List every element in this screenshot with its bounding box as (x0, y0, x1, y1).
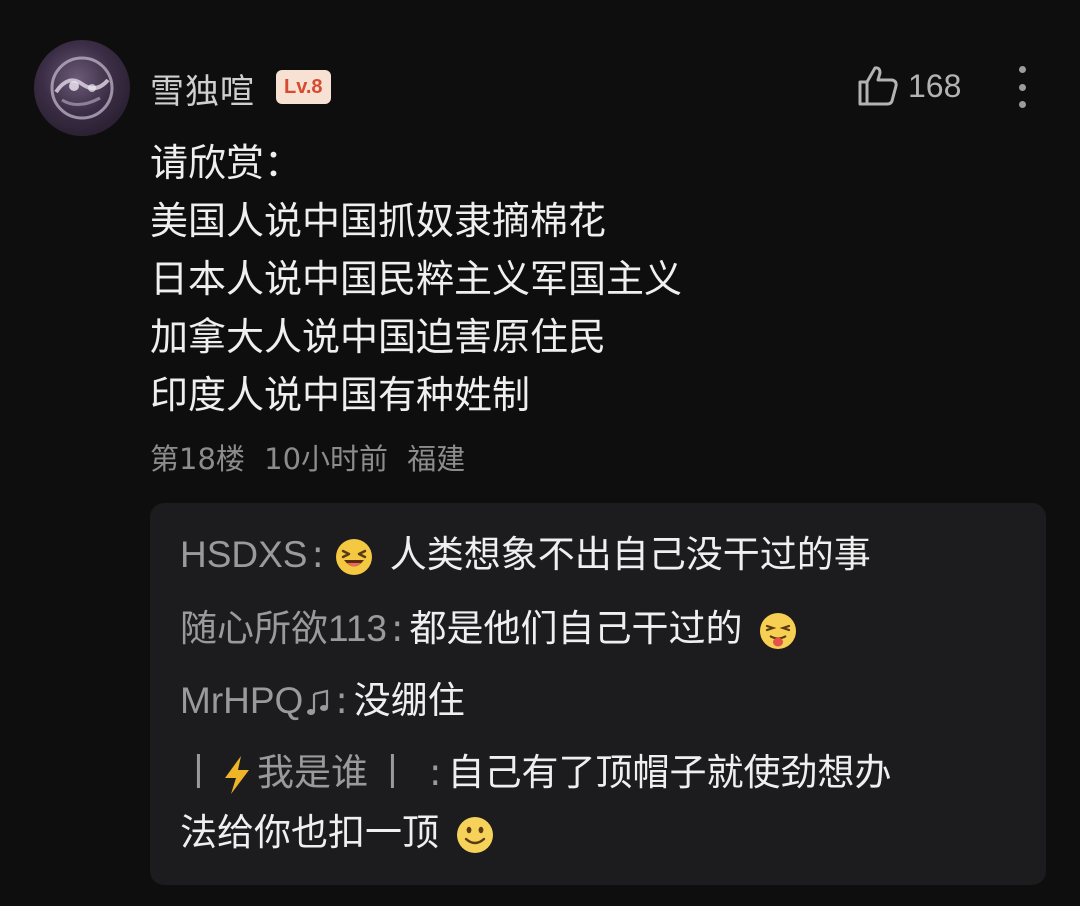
reply-text: 没绷住 (353, 679, 465, 722)
replies-panel[interactable]: HSDXS: 人类想象不出自己没干过的事 随心所欲113: 都是他们自己干过的 M… (150, 503, 1046, 885)
reply-author[interactable]: 我是谁 (257, 752, 368, 793)
reply-separator: : (429, 751, 442, 794)
comment-line: 加拿大人说中国迫害原住民 (150, 315, 607, 359)
reply-separator: : (311, 533, 324, 576)
like-count: 168 (908, 67, 962, 104)
reply-item[interactable]: 丨我是谁丨: 自己有了顶帽子就使劲想办 (180, 743, 891, 803)
level-badge: Lv.8 (276, 70, 331, 104)
comment-body: 请欣赏： 美国人说中国抓奴隶摘棉花 日本人说中国民粹主义军国主义 加拿大人说中国… (150, 134, 682, 424)
reply-text: 都是他们自己干过的 (409, 607, 743, 650)
reply-item[interactable]: 随心所欲113: 都是他们自己干过的 (180, 599, 802, 659)
username[interactable]: 雪独喧 (150, 64, 255, 113)
reply-author-prefix: 丨 (180, 752, 217, 793)
tongue-emoji-icon (758, 611, 798, 651)
smile-emoji-icon (455, 815, 495, 855)
comment-line: 美国人说中国抓奴隶摘棉花 (150, 199, 607, 243)
reply-text: 法给你也扣一顶 (180, 811, 439, 854)
reply-item-continued[interactable]: 法给你也扣一顶 (180, 803, 499, 863)
reply-author[interactable]: MrHPQ (180, 680, 303, 721)
reply-author-suffix: 丨 (374, 752, 411, 793)
avatar[interactable] (34, 40, 130, 136)
reply-author[interactable]: HSDXS (180, 534, 307, 575)
lightning-icon (225, 755, 249, 794)
more-dot-icon (1018, 83, 1026, 91)
reply-separator: : (335, 679, 348, 722)
thumbs-up-icon (858, 66, 898, 106)
comment-line: 印度人说中国有种姓制 (150, 373, 531, 417)
laughing-emoji-icon (334, 537, 374, 577)
timestamp: 10小时前 (264, 442, 389, 476)
reply-text: 自己有了顶帽子就使劲想办 (447, 751, 892, 794)
comment-line: 日本人说中国民粹主义军国主义 (150, 257, 683, 301)
reply-item[interactable]: MrHPQ: 没绷住 (180, 671, 465, 731)
music-note-icon (307, 689, 329, 715)
reply-item[interactable]: HSDXS: 人类想象不出自己没干过的事 (180, 525, 871, 585)
floor-number: 第18楼 (150, 442, 245, 476)
like-button[interactable]: 168 (856, 60, 961, 112)
comment-meta: 第18楼 10小时前 福建 (150, 436, 475, 478)
more-dot-icon (1018, 66, 1026, 73)
comment-line: 请欣赏： (150, 141, 303, 185)
location: 福建 (407, 442, 466, 476)
more-dot-icon (1018, 101, 1026, 108)
reply-separator: : (391, 607, 404, 650)
reply-text: 人类想象不出自己没干过的事 (389, 533, 871, 576)
reply-author[interactable]: 随心所欲113 (180, 608, 387, 649)
more-options-button[interactable] (1010, 66, 1034, 108)
